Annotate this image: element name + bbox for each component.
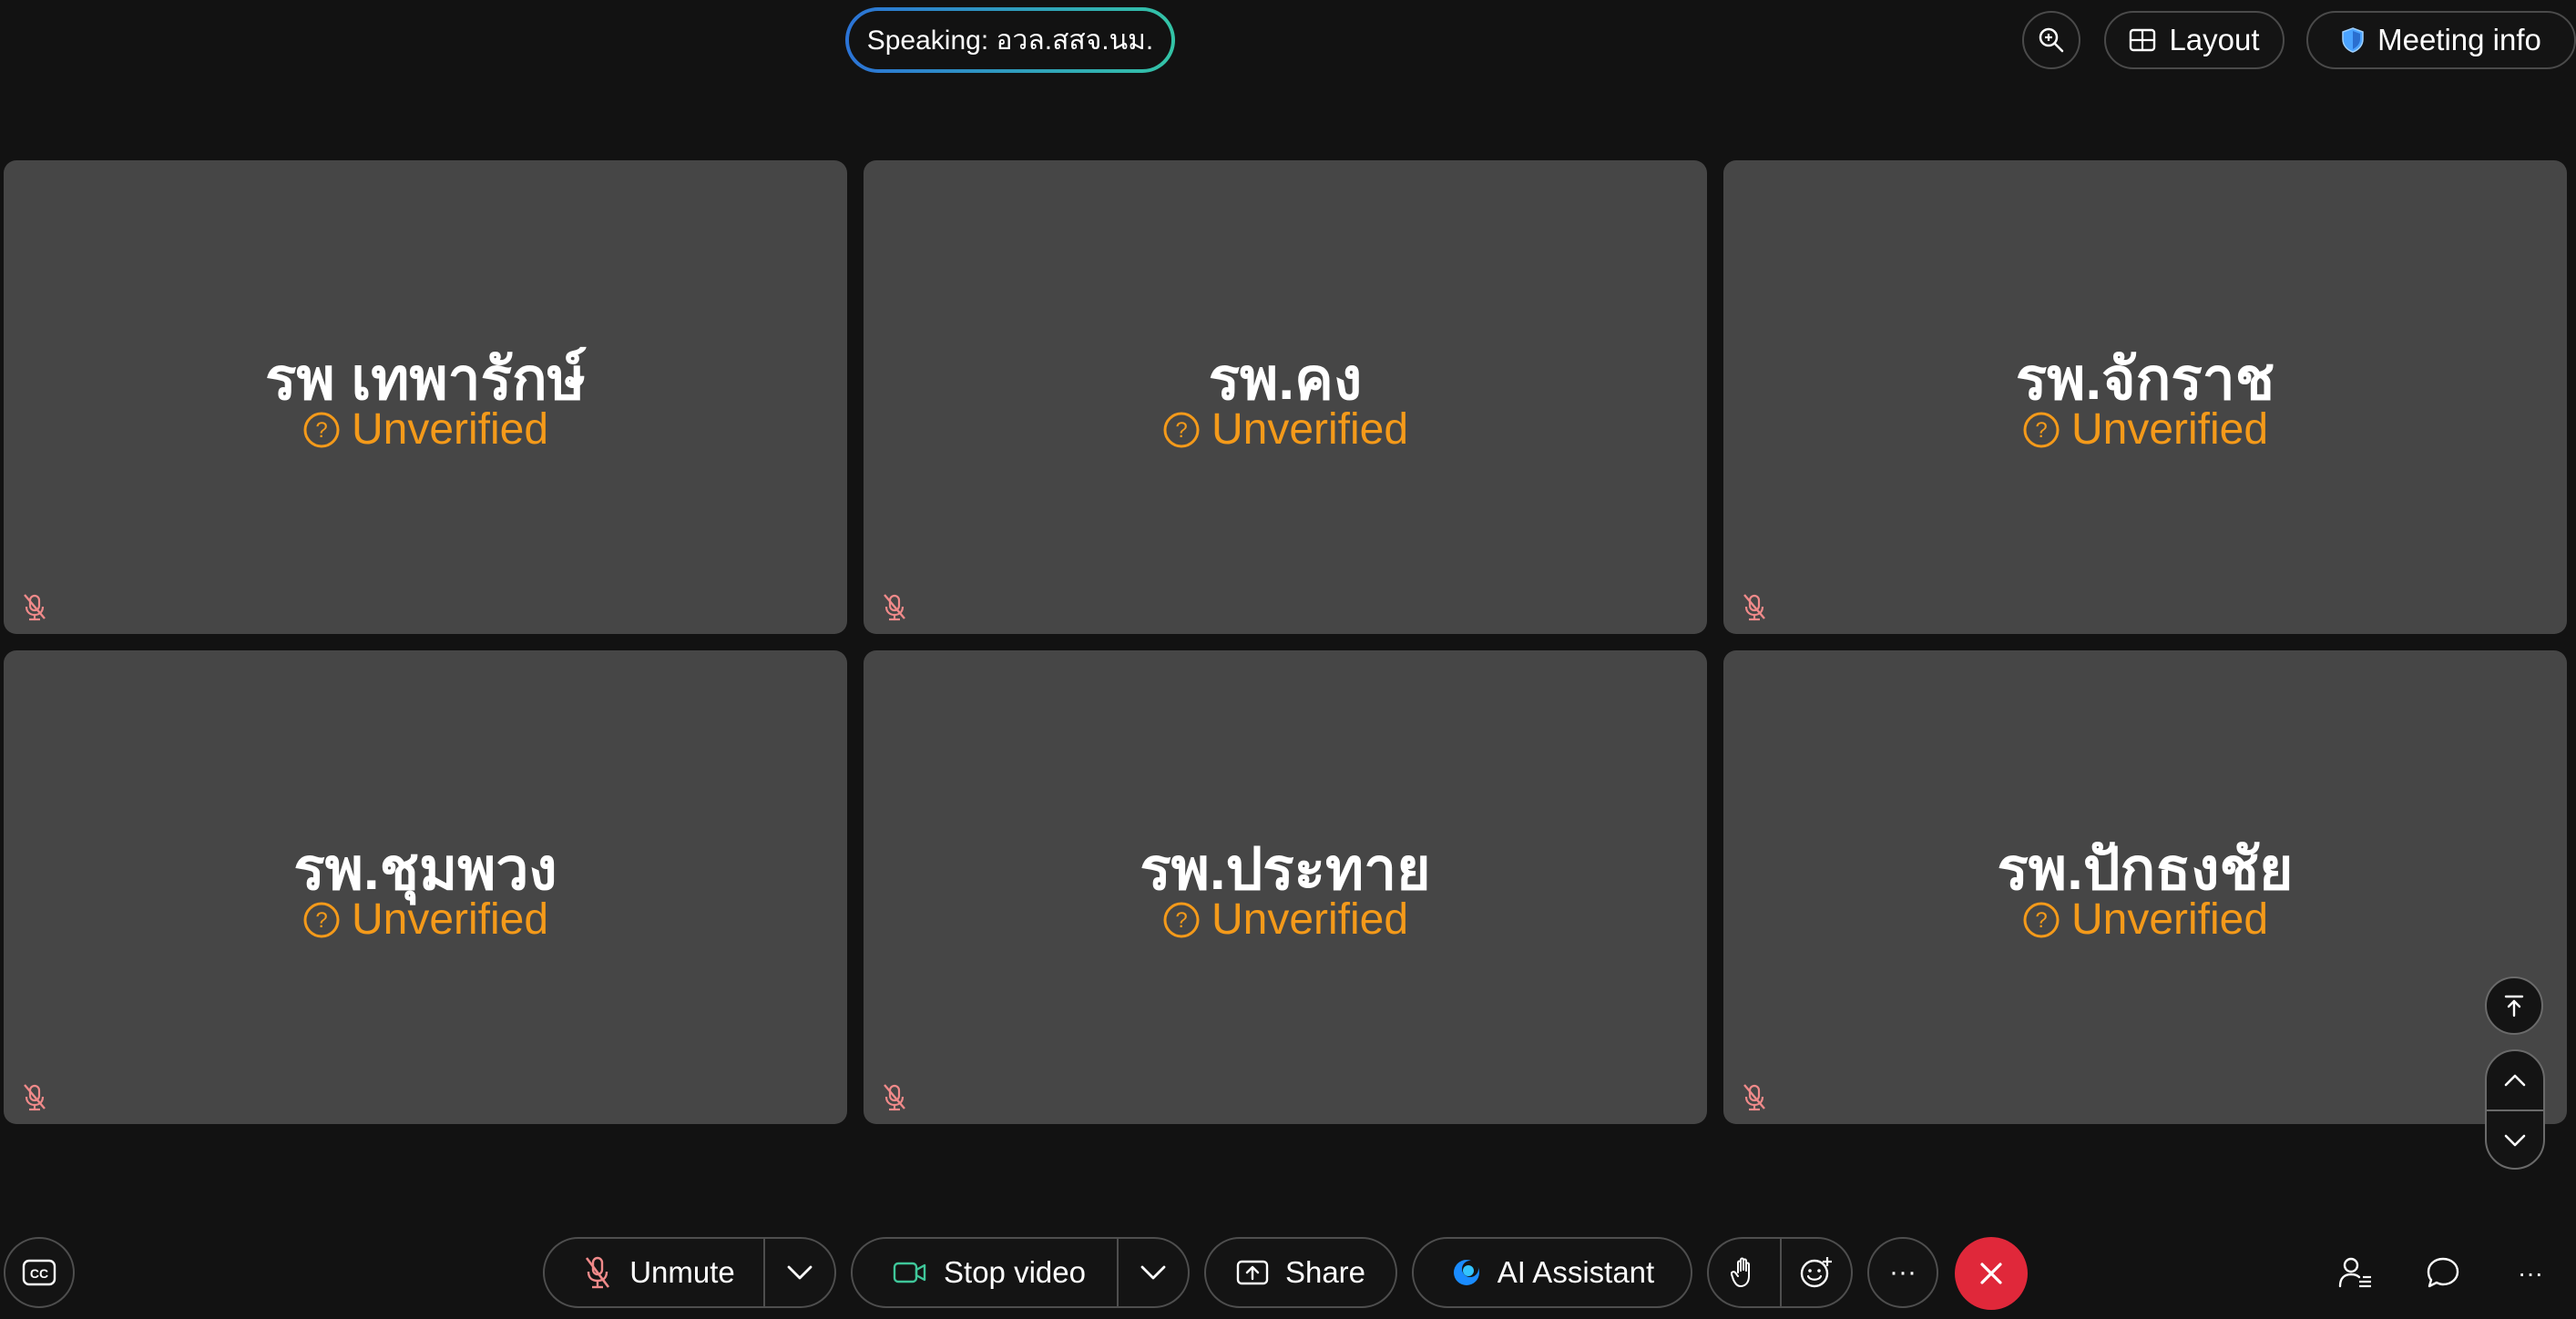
active-speaker-label: Speaking: อวล.สสจ.นม. xyxy=(849,11,1171,69)
chevron-down-icon xyxy=(787,1265,813,1280)
question-circle-icon: ? xyxy=(1163,902,1200,938)
verification-status-label: Unverified xyxy=(2070,405,2269,454)
shield-icon xyxy=(2342,27,2364,53)
participant-name: รพ.ปักธงชัย xyxy=(1997,836,2294,902)
unmute-button[interactable]: Unmute xyxy=(545,1239,763,1306)
mic-muted-icon xyxy=(1743,1084,1765,1111)
question-circle-icon: ? xyxy=(1163,412,1200,448)
svg-text:CC: CC xyxy=(30,1266,48,1281)
meeting-window: Speaking: อวล.สสจ.นม. Layout Meeting inf… xyxy=(0,0,2576,1319)
more-horizontal-icon: ··· xyxy=(2518,1259,2543,1287)
mic-muted-icon xyxy=(884,594,905,621)
zoom-button[interactable] xyxy=(2022,11,2080,69)
raise-hand-button[interactable] xyxy=(1709,1239,1780,1306)
page-scroll-control xyxy=(2485,1049,2545,1170)
more-options-icon: ··· xyxy=(1889,1257,1917,1287)
arrow-to-top-icon xyxy=(2504,995,2524,1017)
chat-bubble-icon xyxy=(2427,1257,2459,1288)
closed-captions-button[interactable]: CC xyxy=(4,1237,75,1308)
participant-tile[interactable]: รพ.จักราช ? Unverified xyxy=(1723,160,2567,634)
participant-name: รพ เทพารักษ์ xyxy=(265,346,586,412)
question-circle-icon: ? xyxy=(303,412,340,448)
layout-button-label: Layout xyxy=(2169,23,2260,56)
chevron-up-icon xyxy=(2504,1074,2526,1087)
audio-control-group: Unmute xyxy=(543,1237,836,1308)
svg-text:?: ? xyxy=(315,418,327,443)
more-options-button[interactable]: ··· xyxy=(1867,1237,1938,1308)
verification-status: ? Unverified xyxy=(4,408,847,452)
participant-tile[interactable]: รพ.ปักธงชัย ? Unverified xyxy=(1723,650,2567,1124)
raise-hand-icon xyxy=(1731,1257,1750,1287)
reactions-group xyxy=(1707,1237,1853,1308)
verification-status: ? Unverified xyxy=(864,898,1707,942)
reactions-button[interactable] xyxy=(1782,1239,1851,1306)
ai-assistant-button[interactable]: AI Assistant xyxy=(1412,1237,1692,1308)
participant-tile[interactable]: รพ.ประทาย ? Unverified xyxy=(864,650,1707,1124)
verification-status: ? Unverified xyxy=(864,408,1707,452)
active-speaker-indicator: Speaking: อวล.สสจ.นม. xyxy=(845,7,1175,73)
closed-captions-icon: CC xyxy=(22,1259,56,1286)
participant-name: รพ.จักราช xyxy=(2015,346,2275,412)
scroll-up-button[interactable] xyxy=(2487,1051,2543,1109)
video-options-dropdown[interactable] xyxy=(1119,1239,1188,1306)
question-circle-icon: ? xyxy=(303,902,340,938)
verification-status-label: Unverified xyxy=(2070,895,2269,944)
mic-muted-icon xyxy=(884,1084,905,1111)
participants-icon xyxy=(2338,1257,2371,1288)
mic-muted-icon xyxy=(24,594,46,621)
emoji-add-icon xyxy=(1800,1257,1832,1288)
participant-tile[interactable]: รพ.คง ? Unverified xyxy=(864,160,1707,634)
verification-status: ? Unverified xyxy=(4,898,847,942)
share-screen-icon xyxy=(1236,1260,1269,1285)
participants-button[interactable] xyxy=(2332,1250,2379,1297)
share-label: Share xyxy=(1284,1255,1366,1289)
mic-muted-icon xyxy=(586,1256,610,1289)
ai-assistant-label: AI Assistant xyxy=(1497,1255,1655,1289)
participant-tile[interactable]: รพ เทพารักษ์ ? Unverified xyxy=(4,160,847,634)
stop-video-label: Stop video xyxy=(944,1255,1086,1289)
verification-status: ? Unverified xyxy=(1723,898,2567,942)
svg-text:?: ? xyxy=(1175,908,1187,933)
svg-text:?: ? xyxy=(2035,418,2047,443)
layout-grid-icon xyxy=(2130,28,2156,52)
unmute-label: Unmute xyxy=(629,1255,735,1289)
video-control-group: Stop video xyxy=(851,1237,1190,1308)
meeting-info-button[interactable]: Meeting info xyxy=(2306,11,2576,69)
layout-button[interactable]: Layout xyxy=(2104,11,2285,69)
end-call-button[interactable] xyxy=(1955,1237,2028,1310)
scroll-down-button[interactable] xyxy=(2487,1111,2543,1168)
side-panel-more-button[interactable]: ··· xyxy=(2507,1250,2554,1297)
verification-status-label: Unverified xyxy=(1211,895,1409,944)
video-camera-icon xyxy=(893,1262,926,1283)
verification-status-label: Unverified xyxy=(1211,405,1409,454)
stop-video-button[interactable]: Stop video xyxy=(853,1239,1117,1306)
mic-muted-icon xyxy=(24,1084,46,1111)
audio-options-dropdown[interactable] xyxy=(765,1239,834,1306)
mic-muted-icon xyxy=(1743,594,1765,621)
verification-status-label: Unverified xyxy=(351,895,549,944)
participant-name: รพ.ชุมพวง xyxy=(293,836,557,902)
share-button[interactable]: Share xyxy=(1204,1237,1397,1308)
question-circle-icon: ? xyxy=(2023,412,2060,448)
meeting-info-label: Meeting info xyxy=(2377,23,2541,56)
svg-text:?: ? xyxy=(2035,908,2047,933)
participant-tile[interactable]: รพ.ชุมพวง ? Unverified xyxy=(4,650,847,1124)
participant-name: รพ.คง xyxy=(1208,346,1363,412)
chevron-down-icon xyxy=(2504,1134,2526,1147)
participant-name: รพ.ประทาย xyxy=(1140,836,1431,902)
verification-status: ? Unverified xyxy=(1723,408,2567,452)
verification-status-label: Unverified xyxy=(351,405,549,454)
chat-button[interactable] xyxy=(2419,1250,2467,1297)
chevron-down-icon xyxy=(1140,1265,1166,1280)
svg-text:?: ? xyxy=(1175,418,1187,443)
svg-text:?: ? xyxy=(315,908,327,933)
zoom-in-icon xyxy=(2039,27,2064,53)
question-circle-icon: ? xyxy=(2023,902,2060,938)
ai-assistant-icon xyxy=(1453,1260,1479,1285)
close-icon xyxy=(1980,1263,2002,1284)
scroll-to-top-button[interactable] xyxy=(2485,976,2543,1035)
